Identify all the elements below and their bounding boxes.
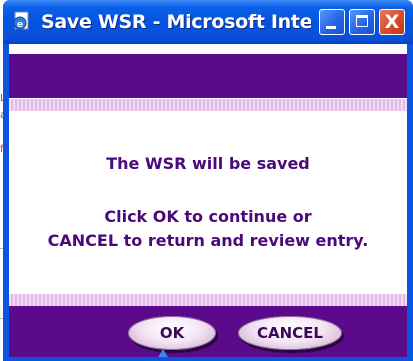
close-icon: X [384, 11, 400, 33]
ok-button[interactable]: OK [128, 316, 216, 350]
maximize-button[interactable] [349, 9, 375, 35]
instruction-line-1: Click OK to continue or [104, 207, 312, 226]
window-border-bottom [3, 357, 413, 361]
save-message: The WSR will be saved [106, 154, 310, 173]
window-border-right [407, 44, 413, 361]
minimize-button[interactable] [319, 9, 345, 35]
cancel-button[interactable]: CANCEL [238, 316, 342, 350]
ie-document-icon: e [13, 11, 29, 30]
svg-text:e: e [17, 20, 23, 30]
title-bar[interactable]: e Save WSR - Microsoft Interne... X [3, 0, 413, 44]
decorative-dot-strip [9, 99, 407, 111]
window-title: Save WSR - Microsoft Interne... [41, 11, 311, 33]
close-button[interactable]: X [379, 9, 405, 35]
instruction-line-2: CANCEL to return and review entry. [47, 231, 369, 250]
decorative-dot-strip [9, 294, 407, 306]
header-band [9, 54, 407, 98]
save-wsr-dialog-window: e Save WSR - Microsoft Interne... X The … [3, 0, 413, 361]
dialog-content: The WSR will be saved Click OK to contin… [9, 44, 407, 361]
